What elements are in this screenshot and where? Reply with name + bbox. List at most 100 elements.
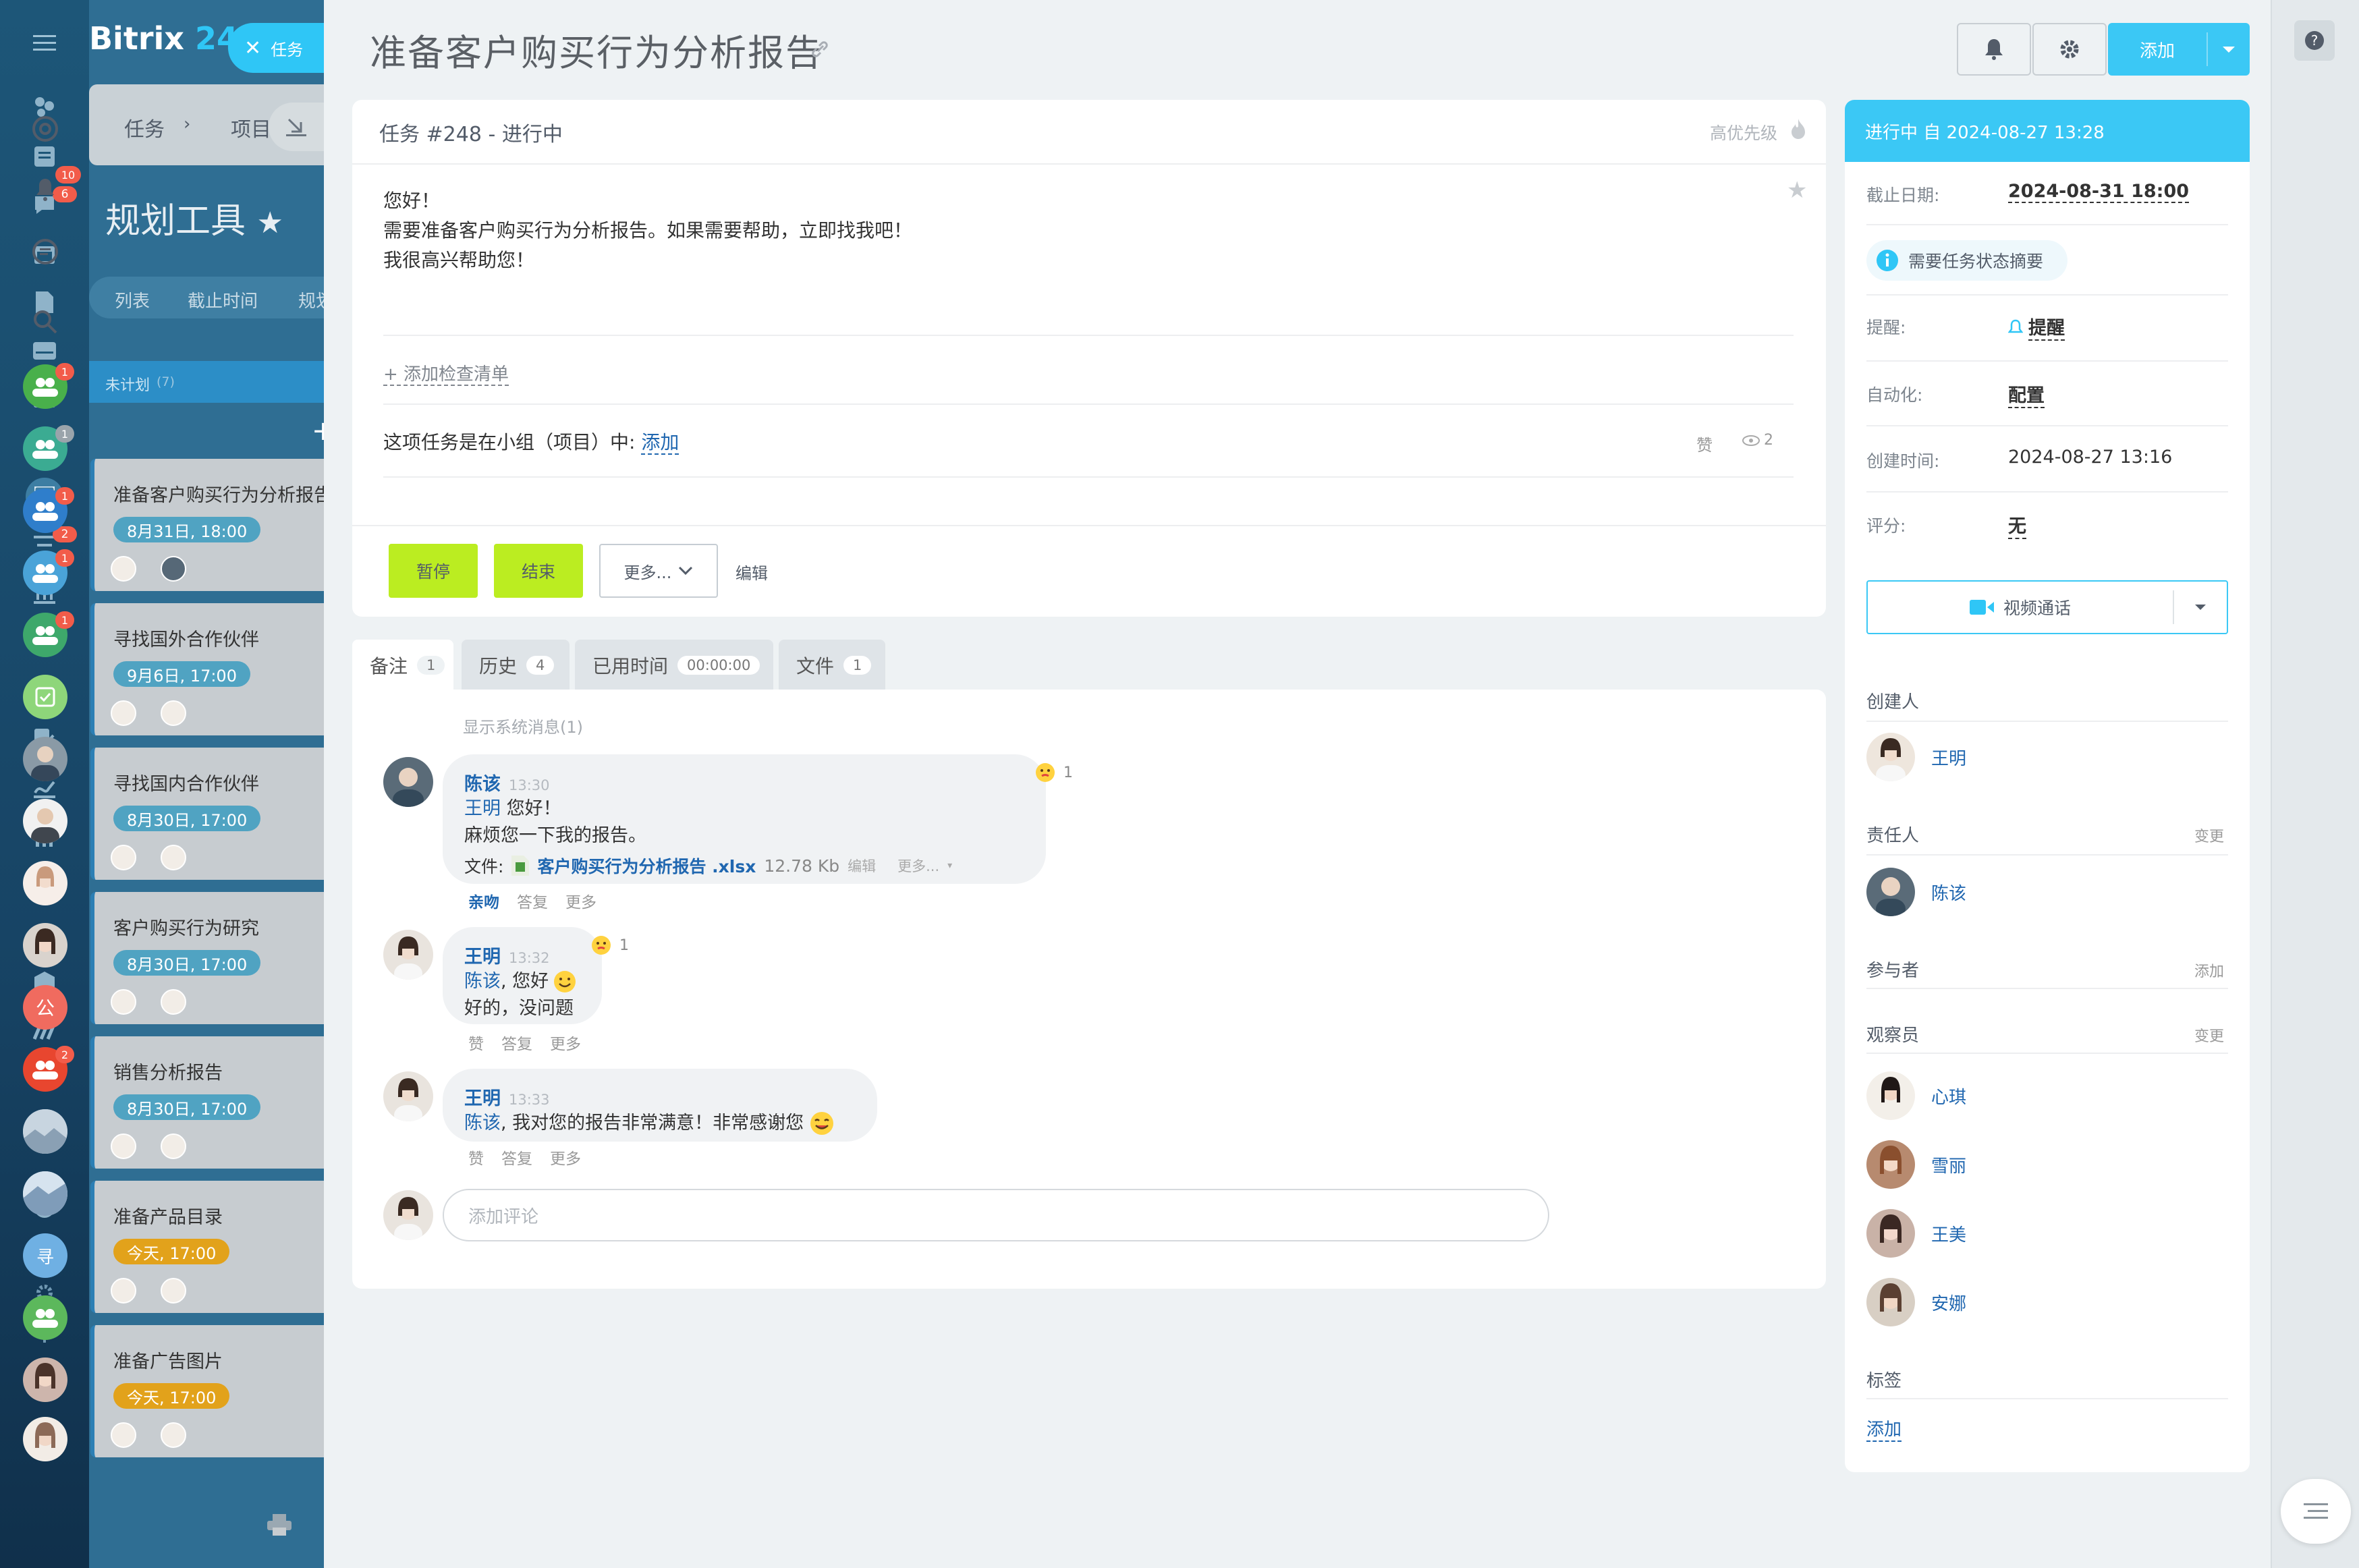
responsible-change-link[interactable]: 变更 [2194, 824, 2224, 846]
help-button[interactable]: ? [2294, 20, 2335, 61]
user-avatar[interactable] [23, 1417, 67, 1461]
kanban-card[interactable]: 寻找国外合作伙伴 9月6日, 17:00 [90, 603, 360, 735]
user-avatar[interactable] [23, 799, 67, 843]
view-planner[interactable]: 规划 [298, 287, 324, 312]
file-edit-link[interactable]: 编辑 [848, 856, 876, 876]
tasks-chat-icon[interactable] [23, 675, 67, 719]
print-icon[interactable] [267, 1514, 292, 1536]
add-checklist-link[interactable]: + 添加检查清单 [383, 360, 509, 386]
avatar[interactable] [383, 757, 433, 807]
summary-button[interactable]: 需要任务状态摘要 [1866, 240, 2068, 281]
settings-button[interactable] [2032, 23, 2107, 76]
yum-emoji-icon [810, 1112, 834, 1135]
add-button[interactable]: 添加 [2108, 23, 2250, 76]
channel-avatar[interactable]: 寻 [23, 1233, 67, 1278]
breadcrumb-item[interactable]: 项目 [231, 113, 271, 142]
participants-add-link[interactable]: 添加 [2194, 959, 2224, 981]
group-text: 这项任务是在小组（项目）中: 添加 [383, 431, 679, 455]
more-button[interactable]: 更多... [599, 544, 718, 598]
user-avatar[interactable] [23, 737, 67, 781]
like-action[interactable]: 赞 [468, 1146, 484, 1169]
group-chat-icon[interactable] [23, 1295, 67, 1340]
tab-time[interactable]: 已用时间 00:00:00 [575, 640, 773, 691]
kanban-card[interactable]: 销售分析报告 8月30日, 17:00 [90, 1036, 360, 1169]
comment-author[interactable]: 陈该 [464, 774, 501, 795]
search-icon[interactable] [23, 300, 67, 344]
group-add-link[interactable]: 添加 [641, 431, 679, 455]
notifications-button[interactable] [1957, 23, 2031, 76]
pause-button[interactable]: 暂停 [389, 544, 478, 598]
kanban-card[interactable]: 准备广告图片 今天, 17:00 [90, 1325, 360, 1457]
chat-list-button[interactable] [2281, 1479, 2351, 1544]
view-list[interactable]: 列表 [115, 287, 150, 312]
kanban-card[interactable]: 客户购买行为研究 8月30日, 17:00 [90, 892, 360, 1024]
comment-author[interactable]: 王明 [464, 1088, 501, 1109]
priority-label[interactable]: 高优先级 [1710, 120, 1777, 144]
kanban-card[interactable]: 准备客户购买行为分析报告 8月31日, 18:00 [90, 459, 360, 591]
reply-action[interactable]: 答复 [501, 1031, 532, 1054]
call-history-icon[interactable] [23, 107, 67, 151]
kanban-card[interactable]: 寻找国内合作伙伴 8月30日, 17:00 [90, 748, 360, 880]
observer-user[interactable]: 雪丽 [1866, 1140, 1966, 1189]
kiss-action[interactable]: 亲吻 [468, 889, 499, 912]
like-link[interactable]: 赞 [1696, 432, 1713, 455]
copy-link-icon[interactable] [810, 39, 830, 59]
user-avatar[interactable] [23, 861, 67, 905]
breadcrumb-item[interactable]: 任务 [124, 113, 165, 142]
mention-link[interactable]: 陈该 [464, 968, 501, 995]
rating-link[interactable]: 无 [2008, 511, 2026, 539]
chat-badge: 1 [55, 549, 74, 567]
view-switcher: 列表 截止时间 规划 [89, 277, 324, 318]
user-avatar[interactable] [23, 923, 67, 968]
mention-link[interactable]: 陈该 [464, 1110, 501, 1137]
more-action[interactable]: 更多 [565, 889, 596, 912]
observer-user[interactable]: 安娜 [1866, 1278, 1966, 1326]
tags-add-link[interactable]: 添加 [1866, 1416, 1902, 1442]
video-call-button[interactable]: 视频通话 [1866, 580, 2228, 634]
file-more-link[interactable]: 更多... [897, 856, 939, 876]
deadline-value[interactable]: 2024-08-31 18:00 [2008, 181, 2190, 203]
menu-icon[interactable] [26, 24, 63, 62]
finish-button[interactable]: 结束 [494, 544, 583, 598]
avatar[interactable] [383, 930, 433, 980]
reply-action[interactable]: 答复 [501, 1146, 532, 1169]
tab-history[interactable]: 历史 4 [462, 640, 570, 691]
image-avatar[interactable] [23, 1109, 67, 1154]
creator-user[interactable]: 王明 [1866, 733, 1966, 781]
chat-badge: 1 [55, 487, 74, 505]
observer-user[interactable]: 心琪 [1866, 1071, 1966, 1120]
favorite-star-icon[interactable]: ★ [1787, 177, 1807, 204]
more-action[interactable]: 更多 [550, 1031, 581, 1054]
tab-comments[interactable]: 备注 1 [352, 640, 453, 691]
comment-bubble: 王明 13:32 陈该, 您好 好的，没问题 [443, 927, 602, 1024]
edit-link[interactable]: 编辑 [736, 560, 768, 584]
reaction-counter[interactable]: 1 [1035, 762, 1073, 783]
observers-change-link[interactable]: 变更 [2194, 1024, 2224, 1046]
more-action[interactable]: 更多 [550, 1146, 581, 1169]
comment-author[interactable]: 王明 [464, 947, 501, 968]
column-add-icon[interactable]: + [312, 416, 324, 447]
kanban-card[interactable]: 准备产品目录 今天, 17:00 [90, 1181, 360, 1313]
comment-input[interactable]: 添加评论 [443, 1189, 1549, 1241]
automation-link[interactable]: 配置 [2008, 381, 2045, 408]
system-messages-link[interactable]: 显示系统消息(1) [463, 714, 583, 737]
user-avatar[interactable] [23, 1357, 67, 1402]
fire-icon[interactable] [1791, 119, 1806, 140]
reaction-counter[interactable]: 1 [591, 935, 629, 955]
remind-link[interactable]: 提醒 [2008, 313, 2065, 341]
tab-files[interactable]: 文件 1 [779, 640, 885, 691]
close-slider-button[interactable]: ✕ 任务 [228, 23, 327, 73]
file-link[interactable]: 客户购买行为分析报告 .xlsx [537, 853, 756, 878]
like-action[interactable]: 赞 [468, 1031, 484, 1054]
observer-user[interactable]: 王美 [1866, 1209, 1966, 1258]
view-deadline[interactable]: 截止时间 [188, 287, 258, 312]
avatar[interactable] [383, 1071, 433, 1121]
mention-link[interactable]: 王明 [464, 798, 501, 819]
reply-action[interactable]: 答复 [517, 889, 548, 912]
collapse-slider-button[interactable] [269, 103, 324, 151]
chat-badge: 1 [55, 611, 74, 629]
image-avatar[interactable] [23, 1171, 67, 1216]
responsible-user[interactable]: 陈该 [1866, 868, 1966, 916]
messenger-icon[interactable] [23, 229, 67, 274]
channel-avatar[interactable]: 公 [23, 985, 67, 1030]
